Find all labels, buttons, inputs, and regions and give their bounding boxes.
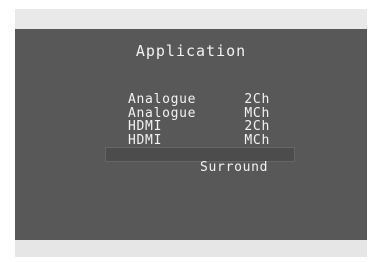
top-bezel-band: [15, 9, 367, 29]
menu-title: Application: [135, 42, 247, 60]
menu-item-label: Analogue: [128, 105, 197, 121]
menu-item-analogue-mch[interactable]: Analogue MCh: [15, 105, 367, 121]
bottom-bezel-band: [15, 240, 367, 257]
menu-item-label: HDMI: [128, 119, 163, 134]
menu-item-label: Analogue: [128, 92, 197, 107]
menu-item-label: HDMI: [128, 132, 163, 148]
application-menu: Analogue 2Ch Analogue MCh HDMI 2Ch HDMI …: [15, 93, 367, 174]
menu-item-analogue-2ch[interactable]: Analogue 2Ch: [15, 93, 367, 107]
menu-item-hdmi-mch[interactable]: HDMI MCh: [15, 132, 367, 148]
menu-item-label: Surround: [200, 160, 269, 175]
menu-item-hdmi-2ch[interactable]: HDMI 2Ch: [15, 120, 367, 134]
menu-item-value: MCh: [244, 105, 270, 121]
menu-item-value: 2Ch: [244, 119, 270, 134]
osd-screen: Application Analogue 2Ch Analogue MCh HD…: [15, 29, 367, 240]
menu-item-value: MCh: [244, 132, 270, 148]
menu-item-surround-selected[interactable]: Surround: [105, 147, 295, 174]
menu-item-value: 2Ch: [244, 92, 270, 107]
display-frame: Application Analogue 2Ch Analogue MCh HD…: [0, 0, 380, 262]
